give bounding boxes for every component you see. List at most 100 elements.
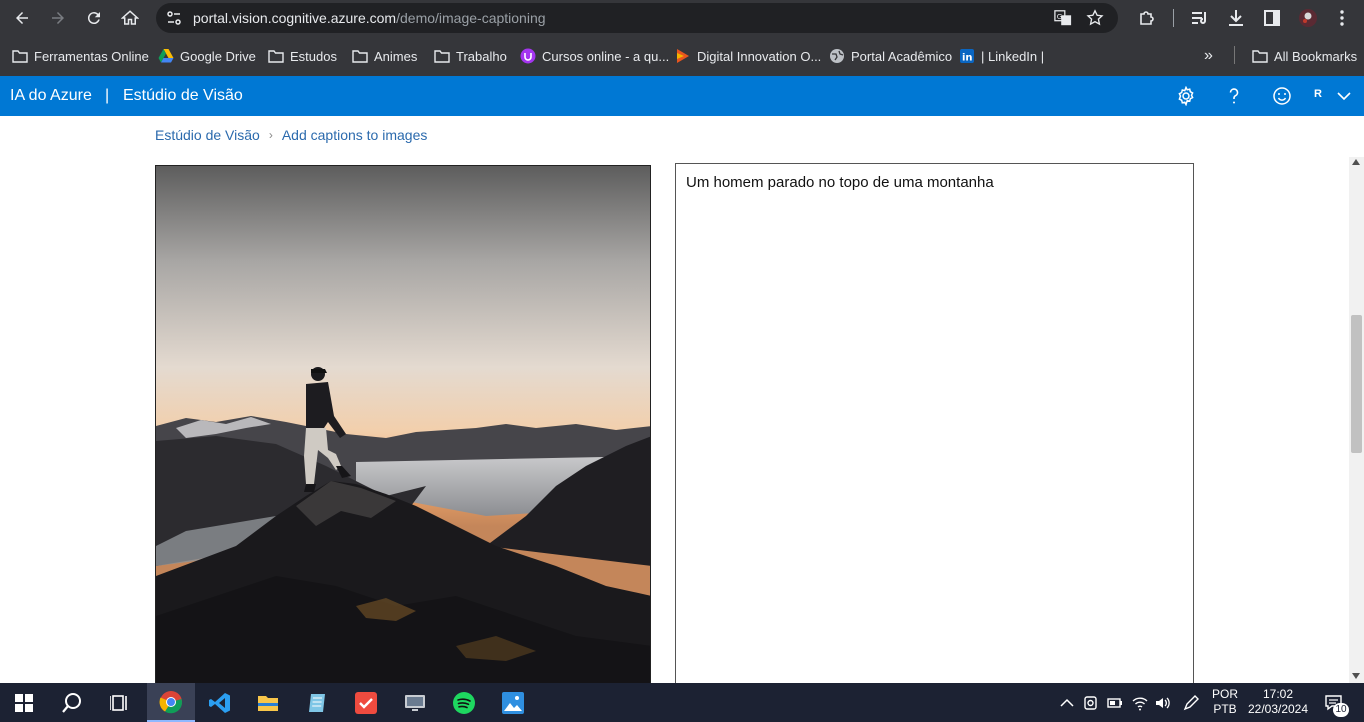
browser-toolbar: portal.vision.cognitive.azure.com/demo/i… xyxy=(0,0,1364,36)
header-divider: | xyxy=(105,87,110,104)
breadcrumb-item-add-captions[interactable]: Add captions to images xyxy=(282,127,428,143)
bookmark-trabalho[interactable]: Trabalho xyxy=(434,46,507,66)
globe-icon xyxy=(830,49,844,63)
language-code: POR xyxy=(1211,687,1238,701)
search-button[interactable] xyxy=(48,683,96,722)
bookmark-ferramentas-online[interactable]: Ferramentas Online xyxy=(12,46,149,66)
bookmark-label: Cursos online - a qu... xyxy=(542,48,670,64)
clock-time: 17:02 xyxy=(1262,687,1294,701)
task-view-button[interactable] xyxy=(96,683,144,722)
scroll-thumb[interactable] xyxy=(1351,315,1362,453)
download-icon[interactable] xyxy=(1226,8,1246,28)
bookmark-estudos[interactable]: Estudos xyxy=(268,46,337,66)
svg-text:G: G xyxy=(1057,12,1063,21)
url-domain: portal.vision.cognitive.azure.com xyxy=(193,10,397,26)
pen-icon[interactable] xyxy=(1182,694,1200,712)
bookmark-portal-academico[interactable]: Portal Acadêmico xyxy=(829,46,952,66)
bookmark-label: Trabalho xyxy=(456,48,507,64)
taskbar-vscode[interactable] xyxy=(196,683,244,722)
chrome-menu-icon[interactable] xyxy=(1332,8,1352,28)
taskbar-chrome[interactable] xyxy=(147,683,195,722)
folder-icon xyxy=(12,50,28,63)
sample-image-frame xyxy=(155,165,651,695)
app-header: IA do Azure | Estúdio de Visão R xyxy=(0,76,1364,116)
site-info-icon[interactable] xyxy=(166,10,182,26)
taskbar-file-explorer[interactable] xyxy=(244,683,292,722)
toolbar-separator xyxy=(1173,9,1174,27)
meet-now-icon[interactable] xyxy=(1082,694,1100,712)
all-bookmarks-button[interactable]: All Bookmarks xyxy=(1252,46,1357,66)
start-button[interactable] xyxy=(0,683,48,722)
folder-icon xyxy=(352,50,368,63)
media-control-icon[interactable] xyxy=(1190,8,1210,28)
url-text[interactable]: portal.vision.cognitive.azure.com/demo/i… xyxy=(193,10,546,26)
reload-icon[interactable] xyxy=(82,6,106,30)
dio-icon xyxy=(677,49,689,63)
breadcrumb-item-vision-studio[interactable]: Estúdio de Visão xyxy=(155,127,260,143)
search-icon xyxy=(62,692,81,713)
bookmark-star-icon[interactable] xyxy=(1086,9,1104,27)
feedback-smiley-icon[interactable] xyxy=(1272,86,1292,106)
account-avatar[interactable]: R xyxy=(1314,88,1322,100)
url-path: /demo/image-captioning xyxy=(396,10,546,26)
extensions-icon[interactable] xyxy=(1137,8,1157,28)
folder-icon xyxy=(1252,50,1268,63)
side-panel-icon[interactable] xyxy=(1262,8,1282,28)
settings-gear-icon[interactable] xyxy=(1176,86,1196,106)
bookmark-digital-innovation[interactable]: Digital Innovation O... xyxy=(675,46,821,66)
battery-icon[interactable] xyxy=(1106,694,1124,712)
scroll-down-arrow-icon[interactable] xyxy=(1352,673,1360,679)
breadcrumb: Estúdio de Visão › Add captions to image… xyxy=(155,127,427,143)
chevron-up-icon[interactable] xyxy=(1058,694,1076,712)
back-icon[interactable] xyxy=(10,6,34,30)
taskbar-tasks-app[interactable] xyxy=(342,683,390,722)
wifi-icon[interactable] xyxy=(1131,694,1149,712)
chevron-right-icon: › xyxy=(268,128,273,142)
caption-text: Um homem parado no topo de uma montanha xyxy=(686,174,994,191)
input-language[interactable]: POR PTB xyxy=(1208,687,1242,717)
bookmark-label: Estudos xyxy=(290,48,337,64)
keyboard-layout: PTB xyxy=(1213,702,1237,716)
translate-icon[interactable]: G xyxy=(1054,9,1072,27)
taskbar-spotify[interactable] xyxy=(440,683,488,722)
page-scrollbar[interactable] xyxy=(1349,157,1364,683)
bookmarks-bar: Ferramentas Online Google Drive Estudos … xyxy=(0,36,1364,76)
mountain-photo xyxy=(156,166,650,694)
bookmarks-separator xyxy=(1234,46,1235,64)
product-link[interactable]: Estúdio de Visão xyxy=(123,87,243,105)
brand-link[interactable]: IA do Azure xyxy=(10,87,92,105)
clock[interactable]: 17:02 22/03/2024 xyxy=(1246,687,1310,717)
scroll-up-arrow-icon[interactable] xyxy=(1352,159,1360,165)
all-bookmarks-label: All Bookmarks xyxy=(1274,48,1358,64)
svg-text:in: in xyxy=(962,53,973,64)
bookmark-animes[interactable]: Animes xyxy=(352,46,417,66)
help-icon[interactable] xyxy=(1224,86,1244,106)
task-view-icon xyxy=(110,694,127,711)
bookmarks-overflow-button[interactable]: » xyxy=(1204,46,1213,66)
taskbar-display-settings[interactable] xyxy=(391,683,439,722)
home-icon[interactable] xyxy=(118,6,142,30)
bookmark-cursos-online[interactable]: Cursos online - a qu... xyxy=(520,46,669,66)
address-bar[interactable]: portal.vision.cognitive.azure.com/demo/i… xyxy=(156,3,1118,33)
bookmark-linkedin[interactable]: in | LinkedIn | xyxy=(959,46,1044,66)
bookmark-label: Portal Acadêmico xyxy=(851,48,953,64)
linkedin-icon: in xyxy=(960,49,974,64)
file-explorer-icon xyxy=(258,695,278,711)
forward-icon[interactable] xyxy=(46,6,70,30)
folder-icon xyxy=(434,50,450,63)
bookmark-google-drive[interactable]: Google Drive xyxy=(158,46,256,66)
taskbar-notes-app[interactable] xyxy=(293,683,341,722)
bookmark-label: Digital Innovation O... xyxy=(697,48,822,64)
overflow-chevron-icon: » xyxy=(1204,47,1213,64)
profile-avatar-icon[interactable] xyxy=(1298,8,1318,28)
spotify-icon xyxy=(453,691,475,714)
notes-icon xyxy=(309,693,325,712)
volume-icon[interactable] xyxy=(1154,694,1172,712)
google-drive-icon xyxy=(158,49,174,63)
notification-count-badge: 10 xyxy=(1333,703,1349,717)
clock-date: 22/03/2024 xyxy=(1247,702,1309,716)
windows-logo-icon xyxy=(15,693,33,712)
bookmark-label: | LinkedIn | xyxy=(981,48,1045,64)
taskbar-photos[interactable] xyxy=(489,683,537,722)
chevron-down-icon[interactable] xyxy=(1336,88,1352,104)
